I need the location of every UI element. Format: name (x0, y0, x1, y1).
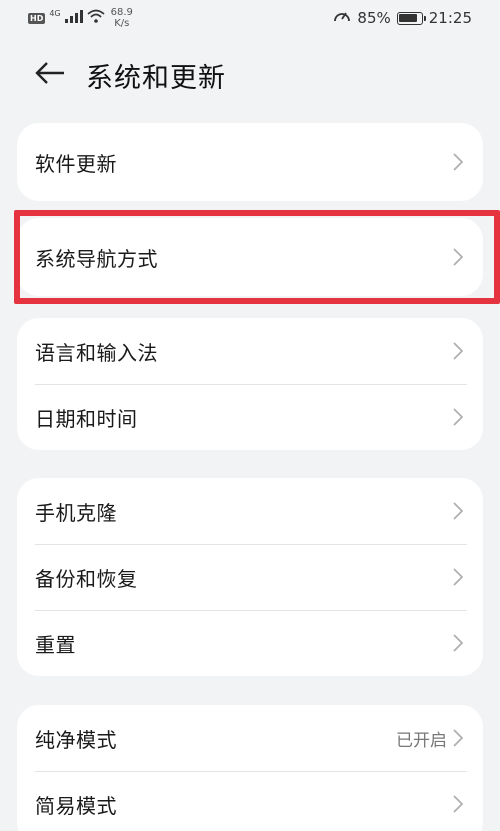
wifi-icon (87, 9, 105, 27)
page-title: 系统和更新 (86, 62, 226, 94)
item-label: 日期和时间 (35, 406, 138, 431)
item-label: 简易模式 (35, 793, 117, 818)
item-right (447, 794, 465, 814)
signal-icon (64, 9, 83, 27)
chevron-right-icon (451, 341, 465, 361)
card-language-date: 语言和输入法 日期和时间 (17, 318, 483, 450)
chevron-right-icon (451, 152, 465, 172)
card-modes: 纯净模式 已开启 简易模式 (17, 705, 483, 831)
chevron-right-icon (451, 407, 465, 427)
chevron-right-icon (451, 247, 465, 267)
status-bar: HD 4G 68.9 K/s 85% 21:25 (0, 0, 500, 36)
speed-value: 68.9 (110, 7, 133, 18)
chevron-right-icon (451, 794, 465, 814)
list-item-system-navigation[interactable]: 系统导航方式 (17, 218, 483, 296)
item-right (447, 567, 465, 587)
item-label: 重置 (35, 632, 76, 657)
battery-percent: 85% (357, 9, 391, 27)
item-right (447, 152, 465, 172)
chevron-right-icon (451, 567, 465, 587)
battery-icon (396, 11, 426, 25)
status-right: 85% 21:25 (333, 8, 472, 28)
list-item-language-input[interactable]: 语言和输入法 (17, 318, 483, 384)
card-software-update: 软件更新 (17, 123, 483, 201)
item-label: 备份和恢复 (35, 566, 138, 591)
status-left: HD 4G 68.9 K/s (28, 7, 133, 29)
item-label: 系统导航方式 (35, 246, 158, 271)
item-label: 纯净模式 (35, 727, 117, 752)
pure-mode-status: 已开启 (396, 730, 447, 751)
network-type: 4G (49, 9, 61, 18)
item-right (447, 341, 465, 361)
item-label: 手机克隆 (35, 500, 117, 525)
list-item-backup-restore[interactable]: 备份和恢复 (17, 544, 483, 610)
back-button[interactable] (30, 55, 70, 95)
speedometer-icon (333, 8, 351, 28)
list-item-software-update[interactable]: 软件更新 (17, 123, 483, 201)
chevron-right-icon (451, 501, 465, 521)
list-item-reset[interactable]: 重置 (17, 610, 483, 676)
chevron-right-icon (451, 633, 465, 653)
list-item-simple-mode[interactable]: 简易模式 (17, 771, 483, 831)
header: 系统和更新 (0, 50, 500, 100)
item-right (447, 633, 465, 653)
clock: 21:25 (428, 9, 472, 27)
chevron-right-icon (451, 728, 465, 748)
item-label: 语言和输入法 (35, 340, 158, 365)
network-speed: 68.9 K/s (111, 7, 133, 29)
item-right (447, 407, 465, 427)
card-navigation: 系统导航方式 (17, 218, 483, 296)
hd-badge: HD (28, 12, 46, 24)
item-right (447, 247, 465, 267)
arrow-left-icon (35, 62, 65, 88)
card-backup-reset: 手机克隆 备份和恢复 重置 (17, 478, 483, 676)
list-item-pure-mode[interactable]: 纯净模式 已开启 (17, 705, 483, 771)
item-right: 已开启 (396, 726, 465, 751)
item-label: 软件更新 (35, 151, 117, 176)
list-item-phone-clone[interactable]: 手机克隆 (17, 478, 483, 544)
list-item-date-time[interactable]: 日期和时间 (17, 384, 483, 450)
item-right (447, 501, 465, 521)
battery-fill (399, 14, 418, 22)
speed-unit: K/s (114, 18, 130, 29)
